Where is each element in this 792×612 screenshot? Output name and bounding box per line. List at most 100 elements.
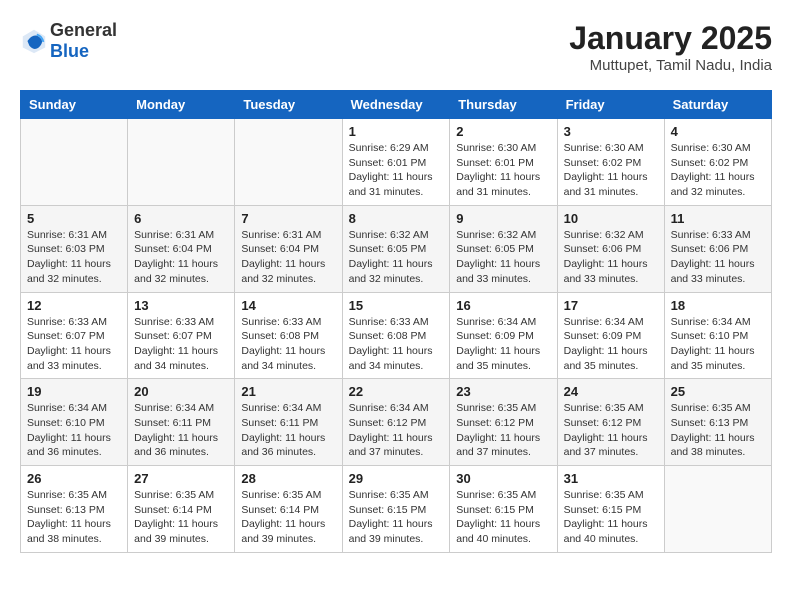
day-info: Sunrise: 6:33 AM Sunset: 6:06 PM Dayligh… [671, 228, 765, 287]
day-info: Sunrise: 6:31 AM Sunset: 6:04 PM Dayligh… [134, 228, 228, 287]
day-number: 28 [241, 471, 335, 486]
calendar-cell: 3 Sunrise: 6:30 AM Sunset: 6:02 PM Daylig… [557, 119, 664, 206]
calendar-cell: 1 Sunrise: 6:29 AM Sunset: 6:01 PM Daylig… [342, 119, 450, 206]
calendar-cell: 21 Sunrise: 6:34 AM Sunset: 6:11 PM Dayli… [235, 379, 342, 466]
day-info: Sunrise: 6:32 AM Sunset: 6:05 PM Dayligh… [456, 228, 550, 287]
weekday-header: Friday [557, 91, 664, 119]
day-info: Sunrise: 6:35 AM Sunset: 6:12 PM Dayligh… [564, 401, 658, 460]
day-info: Sunrise: 6:34 AM Sunset: 6:09 PM Dayligh… [456, 315, 550, 374]
calendar-cell: 6Sunrise: 6:31 AM Sunset: 6:04 PM Daylig… [128, 205, 235, 292]
weekday-header: Tuesday [235, 91, 342, 119]
calendar-cell: 31 Sunrise: 6:35 AM Sunset: 6:15 PM Dayli… [557, 466, 664, 553]
day-number: 25 [671, 384, 765, 399]
calendar-cell [664, 466, 771, 553]
weekday-header: Saturday [664, 91, 771, 119]
calendar-cell: 25 Sunrise: 6:35 AM Sunset: 6:13 PM Dayli… [664, 379, 771, 466]
day-info: Sunrise: 6:32 AM Sunset: 6:06 PM Dayligh… [564, 228, 658, 287]
day-info: Sunrise: 6:35 AM Sunset: 6:14 PM Dayligh… [134, 488, 228, 547]
day-info: Sunrise: 6:30 AM Sunset: 6:02 PM Dayligh… [671, 141, 765, 200]
day-number: 21 [241, 384, 335, 399]
weekday-header: Monday [128, 91, 235, 119]
calendar-cell: 26 Sunrise: 6:35 AM Sunset: 6:13 PM Dayli… [21, 466, 128, 553]
calendar-cell: 12Sunrise: 6:33 AM Sunset: 6:07 PM Dayli… [21, 292, 128, 379]
calendar-cell: 8 Sunrise: 6:32 AM Sunset: 6:05 PM Daylig… [342, 205, 450, 292]
day-number: 5 [27, 211, 121, 226]
day-number: 29 [349, 471, 444, 486]
calendar-week-row: 1 Sunrise: 6:29 AM Sunset: 6:01 PM Daylig… [21, 119, 772, 206]
day-number: 22 [349, 384, 444, 399]
weekday-header: Wednesday [342, 91, 450, 119]
day-number: 13 [134, 298, 228, 313]
calendar-cell: 9 Sunrise: 6:32 AM Sunset: 6:05 PM Daylig… [450, 205, 557, 292]
day-info: Sunrise: 6:35 AM Sunset: 6:13 PM Dayligh… [27, 488, 121, 547]
day-info: Sunrise: 6:35 AM Sunset: 6:13 PM Dayligh… [671, 401, 765, 460]
day-number: 18 [671, 298, 765, 313]
day-number: 19 [27, 384, 121, 399]
calendar-cell: 30 Sunrise: 6:35 AM Sunset: 6:15 PM Dayli… [450, 466, 557, 553]
calendar-cell: 17Sunrise: 6:34 AM Sunset: 6:09 PM Dayli… [557, 292, 664, 379]
calendar-cell [235, 119, 342, 206]
logo-text: General Blue [50, 20, 117, 62]
calendar-cell: 11 Sunrise: 6:33 AM Sunset: 6:06 PM Dayli… [664, 205, 771, 292]
calendar-table: SundayMondayTuesdayWednesdayThursdayFrid… [20, 90, 772, 553]
day-number: 10 [564, 211, 658, 226]
day-info: Sunrise: 6:35 AM Sunset: 6:12 PM Dayligh… [456, 401, 550, 460]
calendar-cell: 27 Sunrise: 6:35 AM Sunset: 6:14 PM Dayli… [128, 466, 235, 553]
calendar-cell [128, 119, 235, 206]
calendar-cell: 2Sunrise: 6:30 AM Sunset: 6:01 PM Daylig… [450, 119, 557, 206]
day-number: 26 [27, 471, 121, 486]
day-info: Sunrise: 6:30 AM Sunset: 6:02 PM Dayligh… [564, 141, 658, 200]
day-number: 3 [564, 124, 658, 139]
logo-blue: Blue [50, 41, 89, 61]
location: Muttupet, Tamil Nadu, India [569, 57, 772, 74]
logo-general: General [50, 20, 117, 40]
day-number: 11 [671, 211, 765, 226]
calendar-cell [21, 119, 128, 206]
weekday-header: Thursday [450, 91, 557, 119]
calendar-cell: 29 Sunrise: 6:35 AM Sunset: 6:15 PM Dayli… [342, 466, 450, 553]
weekday-header: Sunday [21, 91, 128, 119]
day-number: 27 [134, 471, 228, 486]
day-info: Sunrise: 6:35 AM Sunset: 6:15 PM Dayligh… [349, 488, 444, 547]
day-number: 8 [349, 211, 444, 226]
day-number: 23 [456, 384, 550, 399]
calendar-cell: 4 Sunrise: 6:30 AM Sunset: 6:02 PM Daylig… [664, 119, 771, 206]
day-info: Sunrise: 6:34 AM Sunset: 6:11 PM Dayligh… [241, 401, 335, 460]
day-info: Sunrise: 6:31 AM Sunset: 6:03 PM Dayligh… [27, 228, 121, 287]
day-number: 4 [671, 124, 765, 139]
day-info: Sunrise: 6:31 AM Sunset: 6:04 PM Dayligh… [241, 228, 335, 287]
calendar-cell: 22Sunrise: 6:34 AM Sunset: 6:12 PM Dayli… [342, 379, 450, 466]
day-info: Sunrise: 6:35 AM Sunset: 6:15 PM Dayligh… [564, 488, 658, 547]
month-year: January 2025 [569, 20, 772, 57]
day-info: Sunrise: 6:34 AM Sunset: 6:11 PM Dayligh… [134, 401, 228, 460]
day-info: Sunrise: 6:32 AM Sunset: 6:05 PM Dayligh… [349, 228, 444, 287]
day-number: 31 [564, 471, 658, 486]
calendar-week-row: 26 Sunrise: 6:35 AM Sunset: 6:13 PM Dayli… [21, 466, 772, 553]
calendar-cell: 7Sunrise: 6:31 AM Sunset: 6:04 PM Daylig… [235, 205, 342, 292]
title-block: January 2025 Muttupet, Tamil Nadu, India [569, 20, 772, 74]
day-number: 1 [349, 124, 444, 139]
calendar-cell: 23 Sunrise: 6:35 AM Sunset: 6:12 PM Dayli… [450, 379, 557, 466]
calendar-week-row: 5 Sunrise: 6:31 AM Sunset: 6:03 PM Daylig… [21, 205, 772, 292]
day-number: 14 [241, 298, 335, 313]
day-info: Sunrise: 6:35 AM Sunset: 6:15 PM Dayligh… [456, 488, 550, 547]
calendar-week-row: 12Sunrise: 6:33 AM Sunset: 6:07 PM Dayli… [21, 292, 772, 379]
day-number: 16 [456, 298, 550, 313]
day-number: 2 [456, 124, 550, 139]
calendar-cell: 16 Sunrise: 6:34 AM Sunset: 6:09 PM Dayli… [450, 292, 557, 379]
calendar-cell: 10 Sunrise: 6:32 AM Sunset: 6:06 PM Dayli… [557, 205, 664, 292]
logo-icon [20, 27, 48, 55]
day-number: 9 [456, 211, 550, 226]
day-number: 30 [456, 471, 550, 486]
day-info: Sunrise: 6:29 AM Sunset: 6:01 PM Dayligh… [349, 141, 444, 200]
day-number: 15 [349, 298, 444, 313]
day-info: Sunrise: 6:34 AM Sunset: 6:10 PM Dayligh… [27, 401, 121, 460]
calendar-cell: 18Sunrise: 6:34 AM Sunset: 6:10 PM Dayli… [664, 292, 771, 379]
logo: General Blue [20, 20, 117, 62]
calendar-cell: 14Sunrise: 6:33 AM Sunset: 6:08 PM Dayli… [235, 292, 342, 379]
day-info: Sunrise: 6:33 AM Sunset: 6:07 PM Dayligh… [27, 315, 121, 374]
page-header: General Blue January 2025 Muttupet, Tami… [20, 20, 772, 74]
calendar-cell: 19 Sunrise: 6:34 AM Sunset: 6:10 PM Dayli… [21, 379, 128, 466]
day-info: Sunrise: 6:35 AM Sunset: 6:14 PM Dayligh… [241, 488, 335, 547]
calendar-cell: 15Sunrise: 6:33 AM Sunset: 6:08 PM Dayli… [342, 292, 450, 379]
